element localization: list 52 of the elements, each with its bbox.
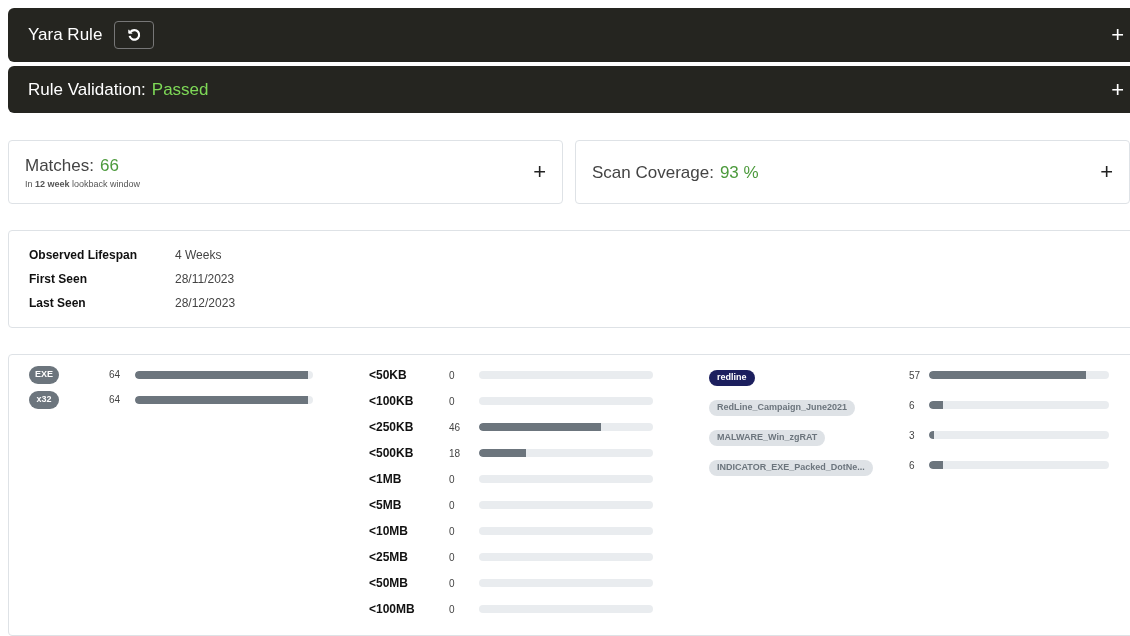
file-type-tag: x32 [29, 391, 59, 409]
detail-label: Observed Lifespan [29, 247, 139, 265]
count-label: 57 [909, 368, 922, 383]
count-label: 0 [449, 524, 456, 539]
size-label: <1MB [369, 471, 403, 489]
reset-icon [127, 28, 142, 43]
count-label: 0 [449, 368, 456, 383]
size-label: <10MB [369, 523, 410, 541]
expand-button[interactable]: + [533, 161, 546, 184]
detail-label: Last Seen [29, 295, 87, 313]
reset-button[interactable] [114, 21, 155, 50]
size-label: <250KB [369, 419, 415, 437]
count-label: 0 [449, 394, 456, 409]
count-label: 46 [449, 420, 462, 435]
size-label: <50KB [369, 367, 408, 385]
count-label: 0 [449, 472, 456, 487]
tag-label: MALWARE_Win_zgRAT [709, 430, 826, 446]
count-label: 6 [909, 458, 916, 473]
size-label: <100KB [369, 393, 415, 411]
coverage-value: 93 % [719, 161, 759, 184]
count-label: 6 [909, 398, 916, 413]
count-label: 64 [109, 393, 122, 408]
expand-button[interactable]: + [1100, 161, 1113, 184]
expand-button[interactable]: + [1111, 24, 1124, 47]
count-label: 0 [449, 550, 456, 565]
coverage-label: Scan Coverage: [592, 161, 714, 184]
header-title: Yara Rule [28, 24, 103, 47]
expand-button[interactable]: + [1111, 78, 1124, 101]
validation-label: Rule Validation: [28, 79, 146, 102]
matches-value: 66 [100, 154, 119, 177]
detail-value: 28/12/2023 [175, 295, 236, 313]
detail-value: 28/11/2023 [175, 271, 235, 289]
count-label: 0 [449, 498, 456, 513]
size-label: <5MB [369, 497, 403, 515]
size-label: <25MB [369, 549, 410, 567]
size-label: <50MB [369, 575, 410, 593]
detail-label: First Seen [29, 271, 89, 289]
tag-label: RedLine_Campaign_June2021 [709, 400, 856, 416]
count-label: 64 [109, 368, 122, 383]
tag-label: INDICATOR_EXE_Packed_DotNe... [709, 460, 873, 476]
count-label: 0 [449, 602, 456, 617]
count-label: 18 [449, 446, 462, 461]
count-label: 0 [449, 576, 456, 591]
size-label: <500KB [369, 445, 415, 463]
file-type-tag: EXE [29, 366, 59, 384]
lookback-note: In 12 week lookback window [25, 178, 141, 192]
matches-label: Matches: [25, 154, 94, 177]
detail-value: 4 Weeks [175, 247, 222, 265]
count-label: 3 [909, 428, 916, 443]
tag-label: redline [709, 370, 755, 386]
size-label: <100MB [369, 601, 416, 619]
validation-status: Passed [151, 79, 209, 102]
